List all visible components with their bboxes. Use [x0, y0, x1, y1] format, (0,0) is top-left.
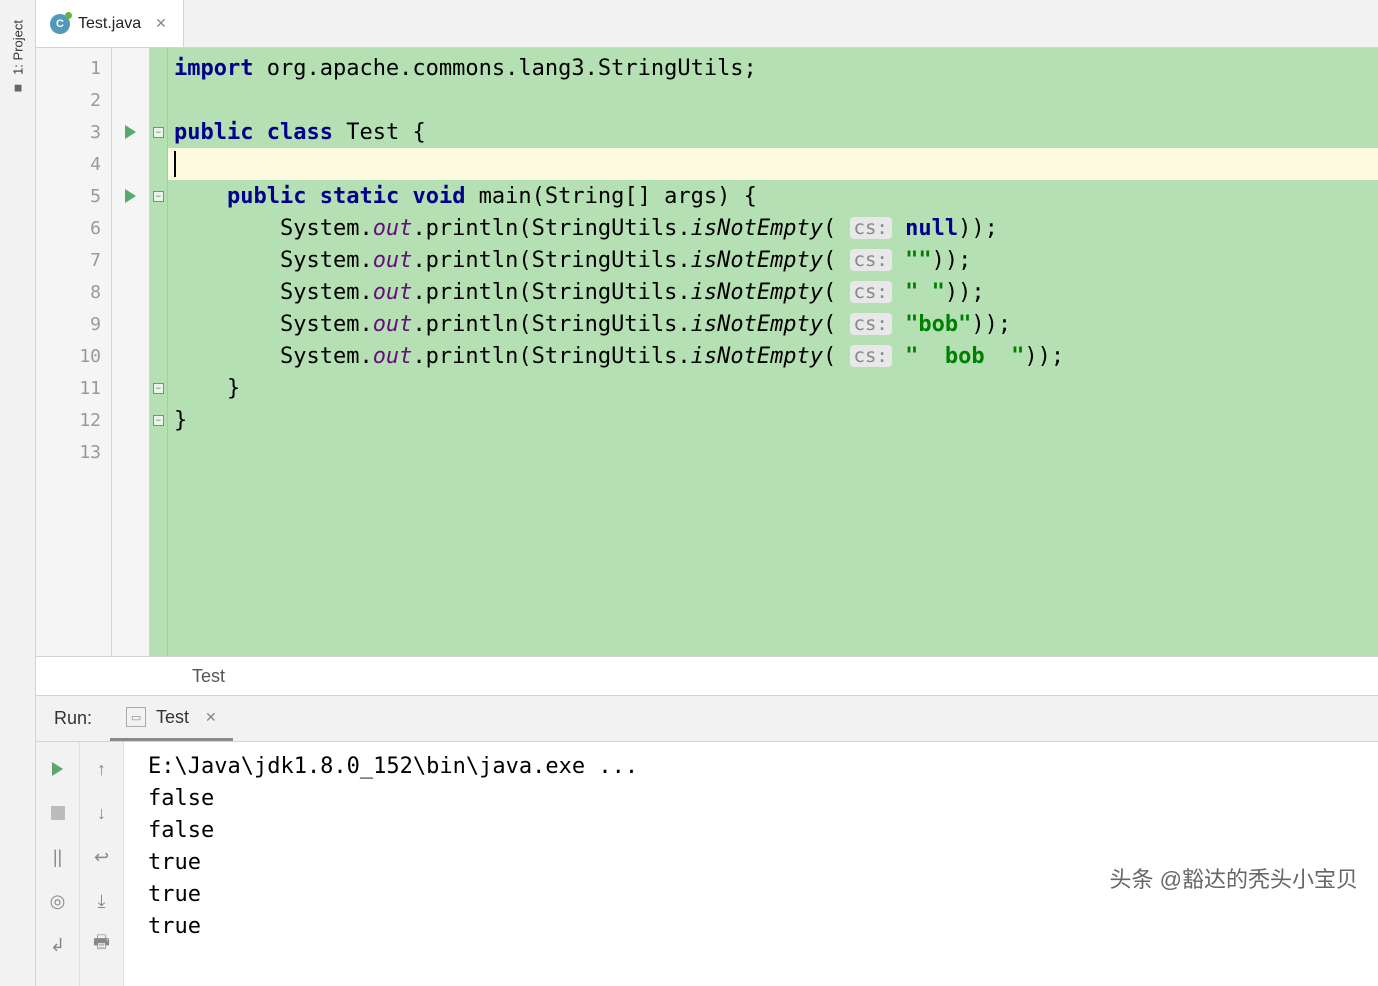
run-label: Run: — [36, 708, 110, 729]
line-number: 4 — [36, 148, 111, 180]
run-gutter — [112, 48, 150, 656]
console-line: false — [148, 782, 1354, 814]
close-icon[interactable]: ✕ — [155, 15, 167, 32]
run-toolbar-primary: || ◎ ↲ — [36, 742, 80, 986]
fold-end-icon[interactable]: − — [153, 415, 164, 426]
project-label-text: 1: Project — [10, 20, 25, 75]
soft-wrap-icon[interactable]: ↩ — [87, 842, 117, 872]
run-tool-window: Run: ▭ Test ✕ || ◎ ↲ ↑ ↓ ↩ ⤓ 🖶 — [36, 696, 1378, 986]
editor-tabs: C Test.java ✕ — [36, 0, 1378, 48]
java-class-file-icon: C — [50, 14, 70, 34]
line-number: 1 — [36, 52, 111, 84]
breadcrumb-item[interactable]: Test — [192, 666, 225, 687]
run-config-icon: ▭ — [126, 707, 146, 727]
line-number: 7 — [36, 244, 111, 276]
project-tool-label[interactable]: ■ 1: Project — [10, 20, 26, 97]
code-content[interactable]: import org.apache.commons.lang3.StringUt… — [168, 48, 1378, 656]
line-number: 6 — [36, 212, 111, 244]
print-icon[interactable]: 🖶 — [87, 930, 117, 960]
console-line: false — [148, 814, 1354, 846]
line-number: 9 — [36, 308, 111, 340]
line-number: 12 — [36, 404, 111, 436]
run-class-icon[interactable] — [112, 116, 149, 148]
close-icon[interactable]: ✕ — [205, 709, 217, 726]
fold-icon[interactable]: − — [153, 127, 164, 138]
scroll-to-end-icon[interactable]: ⤓ — [87, 886, 117, 916]
run-toolbar-secondary: ↑ ↓ ↩ ⤓ 🖶 — [80, 742, 124, 986]
line-number: 11 — [36, 372, 111, 404]
down-icon[interactable]: ↓ — [87, 798, 117, 828]
up-icon[interactable]: ↑ — [87, 754, 117, 784]
tab-label: Test.java — [78, 15, 141, 33]
run-tab-test[interactable]: ▭ Test ✕ — [110, 696, 233, 741]
editor[interactable]: 1 2 3 4 5 6 7 8 9 10 11 12 13 − − — [36, 48, 1378, 656]
exit-icon[interactable]: ↲ — [43, 930, 73, 960]
console-line: true — [148, 910, 1354, 942]
folder-icon: ■ — [10, 81, 26, 97]
console-line: E:\Java\jdk1.8.0_152\bin\java.exe ... — [148, 750, 1354, 782]
tab-test-java[interactable]: C Test.java ✕ — [36, 0, 184, 47]
camera-icon[interactable]: ◎ — [43, 886, 73, 916]
run-main-icon[interactable] — [112, 180, 149, 212]
line-number: 8 — [36, 276, 111, 308]
project-sidebar[interactable]: ■ 1: Project — [0, 0, 36, 986]
fold-icon[interactable]: − — [153, 191, 164, 202]
text-cursor — [174, 151, 176, 177]
fold-gutter: − − − − — [150, 48, 168, 656]
console-line: true — [148, 846, 1354, 878]
rerun-button[interactable] — [43, 754, 73, 784]
breadcrumb[interactable]: Test — [36, 656, 1378, 696]
console-line: true — [148, 878, 1354, 910]
line-number: 3 — [36, 116, 111, 148]
pause-button[interactable]: || — [43, 842, 73, 872]
line-number-gutter: 1 2 3 4 5 6 7 8 9 10 11 12 13 — [36, 48, 112, 656]
line-number: 10 — [36, 340, 111, 372]
stop-button[interactable] — [43, 798, 73, 828]
line-number: 13 — [36, 436, 111, 468]
run-header: Run: ▭ Test ✕ — [36, 696, 1378, 742]
console-output[interactable]: E:\Java\jdk1.8.0_152\bin\java.exe ... fa… — [124, 742, 1378, 986]
line-number: 2 — [36, 84, 111, 116]
run-body: || ◎ ↲ ↑ ↓ ↩ ⤓ 🖶 E:\Java\jdk1.8.0_152\bi… — [36, 742, 1378, 986]
run-tab-label: Test — [156, 707, 189, 728]
main-area: C Test.java ✕ 1 2 3 4 5 6 7 8 9 10 11 12… — [36, 0, 1378, 986]
line-number: 5 — [36, 180, 111, 212]
fold-end-icon[interactable]: − — [153, 383, 164, 394]
